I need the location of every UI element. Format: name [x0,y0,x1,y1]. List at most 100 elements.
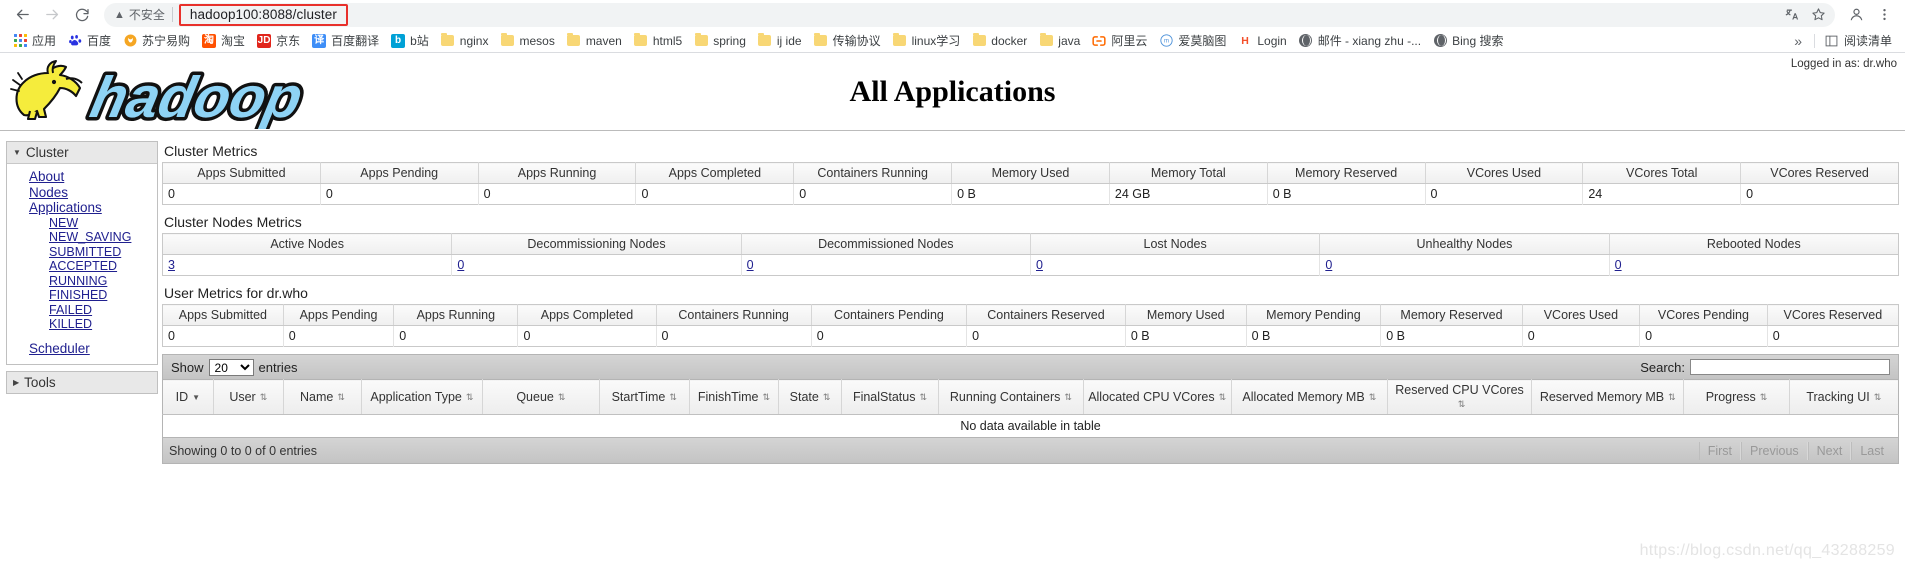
forward-arrow-icon[interactable] [38,2,66,28]
sidebar-item-nodes[interactable]: Nodes [7,185,157,201]
sidebar-item-new-saving[interactable]: NEW_SAVING [7,230,157,245]
translate-icon[interactable] [1781,4,1803,26]
bookmark-spring[interactable]: spring [688,32,752,50]
bookmark-ij-ide[interactable]: ij ide [752,32,808,50]
sidebar: ▼ Cluster About Nodes Applications NEW N… [6,141,158,394]
bookmark-label: 淘宝 [221,34,246,48]
page-length-select[interactable]: 20 50 100 [208,358,254,376]
column-header-id[interactable]: ID ▼ [162,379,214,415]
pagination-previous-button[interactable]: Previous [1741,441,1808,460]
column-header-user[interactable]: User ⇅ [213,379,284,415]
column-header-starttime[interactable]: StartTime ⇅ [599,379,690,415]
sidebar-tools-header[interactable]: ▶ Tools [7,372,157,393]
column-header-state[interactable]: State ⇅ [778,379,842,415]
security-status-chip[interactable]: ▲ 不安全 [114,6,172,23]
pagination-next-button[interactable]: Next [1807,441,1852,460]
bookmark-bing-search[interactable]: Bing 搜索 [1427,30,1509,51]
active-nodes-link[interactable]: 3 [168,258,175,272]
omnibox-divider [171,7,173,22]
bookmark-jd[interactable]: JD 京东 [251,30,306,51]
column-header: Containers Pending [811,304,968,326]
bookmark-login[interactable]: H Login [1232,32,1292,50]
star-icon[interactable] [1807,4,1829,26]
column-label: Allocated CPU VCores [1088,390,1215,404]
naotu-icon: m [1159,34,1173,48]
column-header-running-containers[interactable]: Running Containers ⇅ [938,379,1084,415]
bookmark-mesos[interactable]: mesos [494,32,560,50]
bookmark-docker[interactable]: docker [966,32,1033,50]
bookmark-chuanshu-xieyi[interactable]: 传输协议 [808,30,887,51]
sidebar-item-scheduler[interactable]: Scheduler [7,341,157,357]
bookmark-mail[interactable]: 邮件 - xiang zhu -... [1293,30,1427,51]
bookmark-apps[interactable]: 应用 [7,30,62,51]
column-header-tracking-ui[interactable]: Tracking UI ⇅ [1789,379,1899,415]
column-header-allocated-cpu-vcores[interactable]: Allocated CPU VCores ⇅ [1083,379,1232,415]
omnibox[interactable]: ▲ 不安全 hadoop100:8088/cluster [104,2,1835,27]
bookmark-nginx[interactable]: nginx [435,32,495,50]
column-header: Apps Pending [320,162,479,184]
sidebar-tools-label: Tools [24,375,56,390]
table-cell: 0 [478,183,637,205]
bookmark-java[interactable]: java [1033,32,1086,50]
sort-both-icon: ⇅ [1218,392,1227,403]
sidebar-cluster-header[interactable]: ▼ Cluster [7,142,157,164]
bookmark-naotu[interactable]: m 爱莫脑图 [1153,30,1232,51]
sidebar-item-killed[interactable]: KILLED [7,317,157,332]
sort-both-icon: ⇅ [1064,392,1072,403]
sidebar-cluster-panel: ▼ Cluster About Nodes Applications NEW N… [6,141,158,365]
bookmark-maven[interactable]: maven [561,32,628,50]
column-header-finalstatus[interactable]: FinalStatus ⇅ [841,379,940,415]
column-header-reserved-cpu-vcores[interactable]: Reserved CPU VCores ⇅ [1387,379,1533,415]
sidebar-item-accepted[interactable]: ACCEPTED [7,259,157,274]
sidebar-item-submitted[interactable]: SUBMITTED [7,245,157,260]
column-header: Unhealthy Nodes [1319,233,1610,255]
bookmark-aliyun[interactable]: 阿里云 [1086,30,1153,51]
chevron-right-icon: ▶ [13,378,20,387]
bookmarks-overflow-chevron-icon[interactable]: » [1786,33,1810,49]
bookmark-taobao[interactable]: 淘 淘宝 [196,30,251,51]
profile-avatar-icon[interactable] [1843,2,1869,28]
sidebar-item-failed[interactable]: FAILED [7,303,157,318]
sidebar-item-running[interactable]: RUNNING [7,274,157,289]
sidebar-item-about[interactable]: About [7,169,157,185]
table-cell: 0 [162,325,284,347]
url-text[interactable]: hadoop100:8088/cluster [190,7,337,22]
bookmark-bilibili[interactable]: b b站 [385,30,435,51]
bookmark-suning[interactable]: 苏宁易购 [117,30,196,51]
hadoop-page: hadoop hadoop All Applications Logged in… [0,53,1905,561]
search-input[interactable] [1690,359,1890,375]
reading-list-button[interactable]: 阅读清单 [1819,30,1898,51]
three-dot-menu-icon[interactable] [1871,2,1897,28]
column-header-finishtime[interactable]: FinishTime ⇅ [689,379,780,415]
column-header-queue[interactable]: Queue ⇅ [482,379,600,415]
bookmark-baidu-fanyi[interactable]: 译 百度翻译 [306,30,385,51]
reload-icon[interactable] [68,2,96,28]
pagination-first-button[interactable]: First [1698,441,1742,460]
sidebar-item-new[interactable]: NEW [7,216,157,231]
lost-nodes-link[interactable]: 0 [1036,258,1043,272]
column-header-reserved-memory-mb[interactable]: Reserved Memory MB ⇅ [1531,379,1685,415]
sidebar-item-applications[interactable]: Applications [7,200,157,216]
bookmark-baidu[interactable]: 百度 [62,30,117,51]
bookmark-linux-study[interactable]: linux学习 [887,30,967,51]
column-header-allocated-memory-mb[interactable]: Allocated Memory MB ⇅ [1231,379,1388,415]
column-header-name[interactable]: Name ⇅ [283,379,362,415]
pagination-last-button[interactable]: Last [1851,441,1892,460]
bookmark-label: ij ide [776,33,802,48]
unhealthy-nodes-link[interactable]: 0 [1325,258,1332,272]
column-header: VCores Used [1522,304,1641,326]
sidebar-item-finished[interactable]: FINISHED [7,288,157,303]
column-header-application-type[interactable]: Application Type ⇅ [361,379,483,415]
bookmark-label: linux学习 [911,34,961,48]
column-header-progress[interactable]: Progress ⇅ [1683,379,1790,415]
back-arrow-icon[interactable] [8,2,36,28]
table-cell: 24 [1582,183,1742,205]
column-label: Running Containers [949,390,1061,404]
bookmarks-bar-right: » 阅读清单 [1786,30,1898,51]
login-h-icon: H [1238,34,1252,48]
main-content: Cluster Metrics Apps Submitted Apps Pend… [162,141,1899,464]
bookmark-html5[interactable]: html5 [628,32,688,50]
decommissioning-nodes-link[interactable]: 0 [457,258,464,272]
rebooted-nodes-link[interactable]: 0 [1615,258,1622,272]
decommissioned-nodes-link[interactable]: 0 [747,258,754,272]
